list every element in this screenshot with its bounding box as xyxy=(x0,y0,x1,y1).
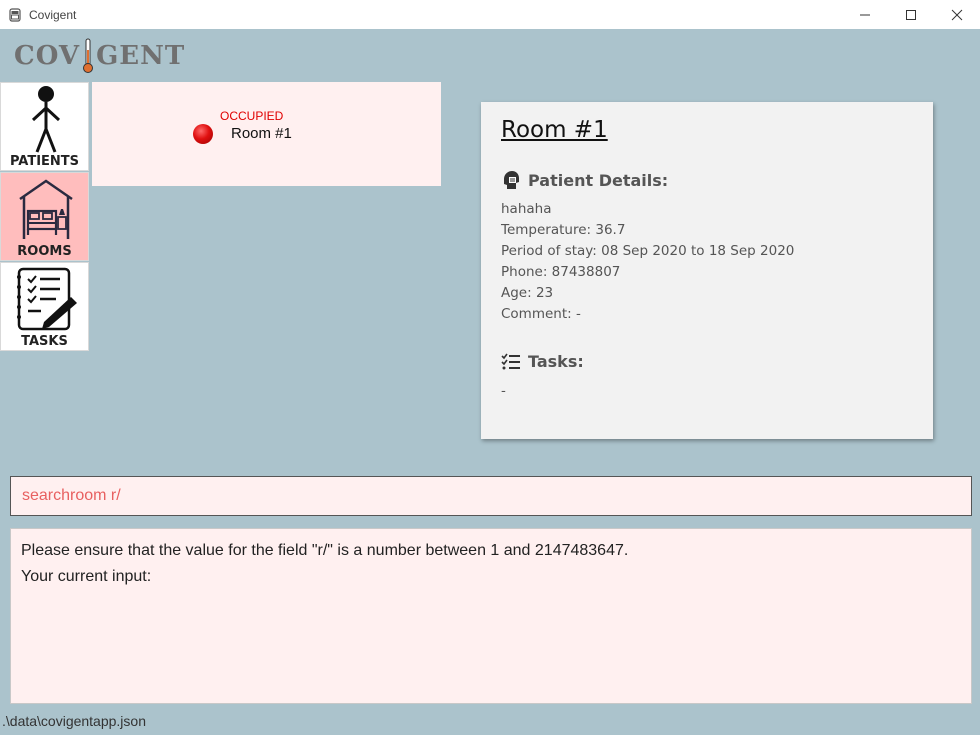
occupied-indicator-icon xyxy=(193,124,213,144)
close-button[interactable] xyxy=(934,0,980,29)
minimize-icon xyxy=(860,14,870,15)
task-list-icon xyxy=(501,353,520,369)
room-status: OCCUPIED xyxy=(220,109,284,123)
tasks-value: - xyxy=(501,383,506,399)
patient-head-icon xyxy=(504,171,519,189)
close-icon xyxy=(951,9,963,20)
command-box xyxy=(10,476,972,516)
result-line-1: Please ensure that the value for the fie… xyxy=(21,542,629,559)
logo-text-left: COV xyxy=(14,41,81,71)
detail-title: Room #1 xyxy=(501,117,608,143)
room-list: OCCUPIED Room #1 xyxy=(92,82,441,186)
patient-phone: Phone: 87438807 xyxy=(501,264,621,280)
window-title: Covigent xyxy=(29,7,77,22)
bedroom-icon xyxy=(18,179,73,239)
person-icon xyxy=(31,86,60,153)
room-card[interactable]: OCCUPIED Room #1 xyxy=(92,82,441,186)
patient-comment: Comment: - xyxy=(501,306,581,322)
nav-label-rooms: ROOMS xyxy=(17,244,72,259)
app-logo: COV GENT xyxy=(14,38,185,74)
maximize-icon xyxy=(906,9,916,20)
patient-period: Period of stay: 08 Sep 2020 to 18 Sep 20… xyxy=(501,243,795,259)
tasks-heading: Tasks: xyxy=(501,352,584,371)
patient-details-label: Patient Details: xyxy=(528,170,669,190)
bed-icon xyxy=(9,7,21,22)
nav-tasks[interactable]: TASKS xyxy=(0,262,89,351)
result-line-2: Your current input: xyxy=(21,568,152,585)
result-display[interactable]: Please ensure that the value for the fie… xyxy=(10,528,972,704)
checklist-icon xyxy=(16,267,77,331)
logo-text-right: GENT xyxy=(96,41,186,71)
patient-name: hahaha xyxy=(501,201,552,217)
patient-age: Age: 23 xyxy=(501,285,554,301)
tasks-label: Tasks: xyxy=(528,352,584,371)
nav-rooms[interactable]: ROOMS xyxy=(0,172,89,261)
patient-temperature: Temperature: 36.7 xyxy=(501,222,626,238)
command-input[interactable] xyxy=(22,487,971,505)
patient-details-heading: Patient Details: xyxy=(501,170,668,190)
nav-patients[interactable]: PATIENTS xyxy=(0,82,89,171)
title-bar: Covigent xyxy=(0,0,980,29)
maximize-button[interactable] xyxy=(888,0,934,29)
thermometer-icon xyxy=(83,38,94,73)
nav-label-tasks: TASKS xyxy=(21,334,68,349)
room-detail-panel: Room #1 Patient Details: hahaha Temperat… xyxy=(481,102,933,439)
nav-label-patients: PATIENTS xyxy=(9,154,80,169)
status-bar-path: .\data\covigentapp.json xyxy=(2,713,146,729)
minimize-button[interactable] xyxy=(842,0,888,29)
room-name: Room #1 xyxy=(231,125,292,142)
